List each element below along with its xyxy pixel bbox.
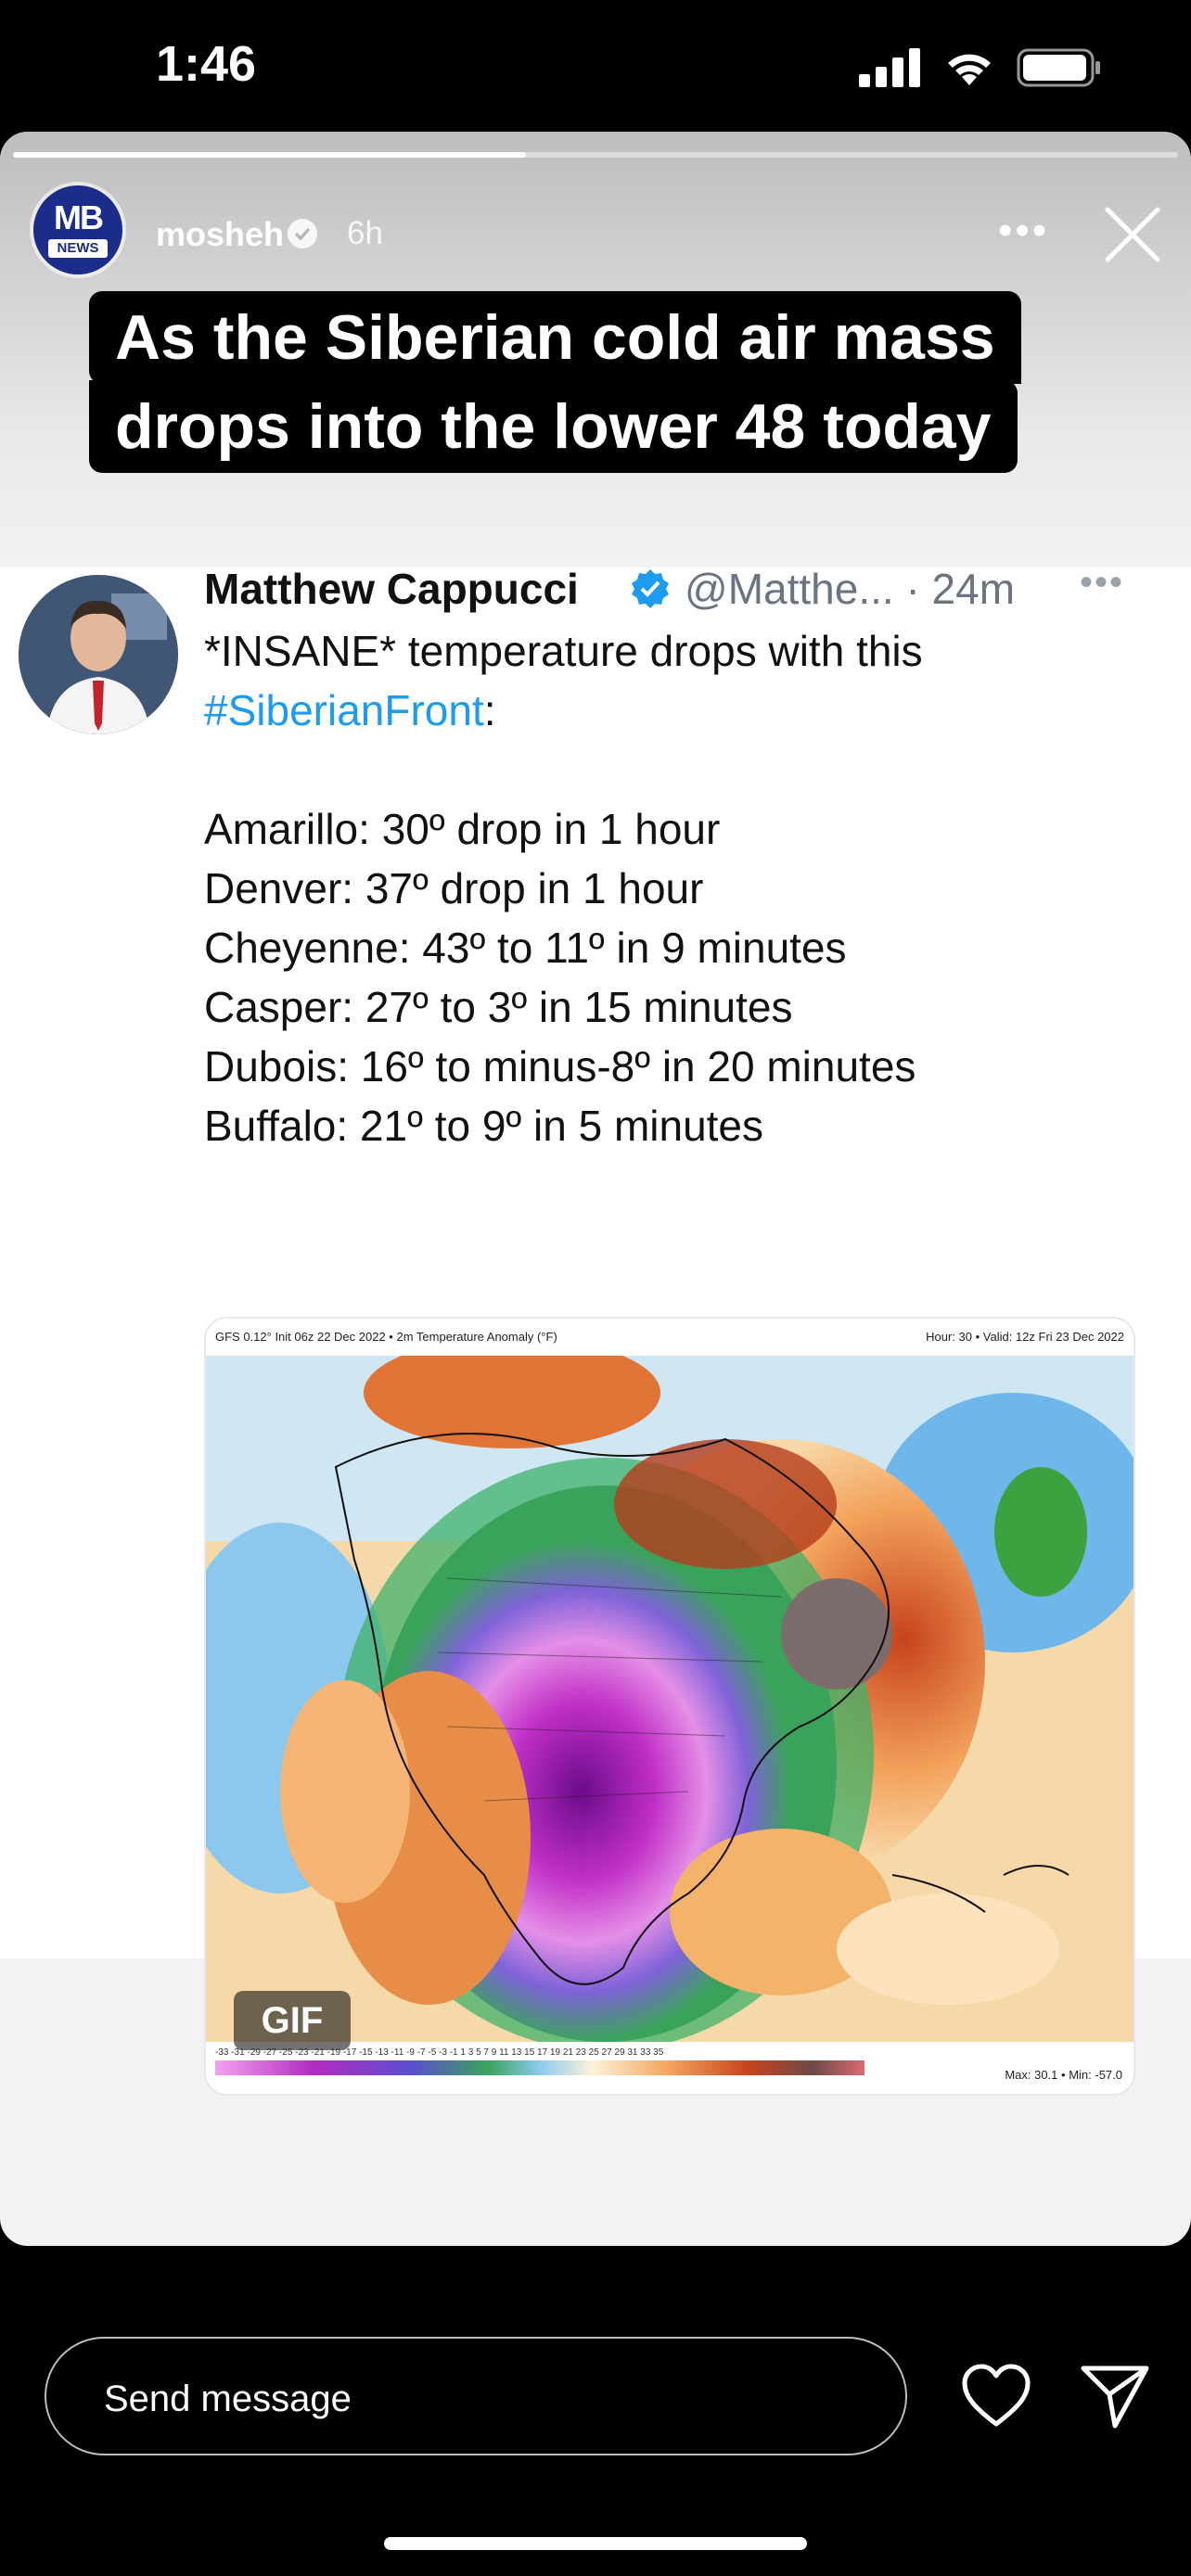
send-message-input[interactable] xyxy=(102,2370,866,2428)
status-bar: 1:46 xyxy=(0,0,1191,130)
tweet-author-avatar xyxy=(19,575,178,734)
story-card[interactable]: MB NEWS mosheh 6h ••• As the Siberian co… xyxy=(0,132,1191,2246)
gif-badge: GIF xyxy=(234,1991,351,2050)
heart-icon[interactable] xyxy=(961,2363,1031,2429)
map-header: GFS 0.12° Init 06z 22 Dec 2022 • 2m Temp… xyxy=(206,1319,1133,1356)
story-time-ago: 6h xyxy=(347,215,383,251)
story-header: MB NEWS mosheh 6h ••• xyxy=(33,180,1165,310)
wifi-icon xyxy=(948,54,991,85)
stat-line: Denver: 37º drop in 1 hour xyxy=(204,864,704,912)
tweet-text-line: #SiberianFront: xyxy=(204,686,496,734)
stat-line: Cheyenne: 43º to 11º in 9 minutes xyxy=(204,924,847,972)
legend-ticks: -33 -31 -29 -27 -25 -23 -21 -19 -17 -15 … xyxy=(215,2047,664,2058)
more-options-button[interactable]: ••• xyxy=(998,208,1049,254)
send-icon[interactable] xyxy=(1080,2363,1150,2429)
close-icon[interactable] xyxy=(1100,202,1165,267)
embedded-tweet: Matthew Cappucci @Matthe... · 24m ••• *I… xyxy=(0,562,1191,2096)
map-title: GFS 0.12° Init 06z 22 Dec 2022 • 2m Temp… xyxy=(215,1330,557,1344)
stat-line: Buffalo: 21º to 9º in 5 minutes xyxy=(204,1102,764,1150)
username[interactable]: mosheh xyxy=(156,215,284,254)
stat-line: Amarillo: 30º drop in 1 hour xyxy=(204,805,721,853)
status-time: 1:46 xyxy=(156,36,257,92)
battery-icon xyxy=(1017,48,1100,87)
stat-line: Casper: 27º to 3º in 15 minutes xyxy=(204,983,793,1031)
progress-fill xyxy=(13,152,526,158)
account-avatar[interactable]: MB NEWS xyxy=(33,185,122,274)
tweet-handle-time: @Matthe... · 24m xyxy=(685,565,1016,613)
cellular-signal-icon xyxy=(859,48,920,87)
verified-icon xyxy=(632,569,669,608)
color-legend xyxy=(215,2060,864,2075)
verified-badge-icon xyxy=(288,219,317,249)
avatar-subtext: NEWS xyxy=(48,239,108,258)
stat-line: Dubois: 16º to minus-8º in 20 minutes xyxy=(204,1042,916,1090)
caption-line-2: drops into the lower 48 today xyxy=(89,380,1018,473)
tweet-text: *INSANE* temperature drops with this #Si… xyxy=(204,621,1159,1155)
tweet-text-line: *INSANE* temperature drops with this xyxy=(204,627,923,675)
status-icons xyxy=(859,48,1102,87)
legend-min-max: Max: 30.1 • Min: -57.0 xyxy=(1005,2068,1122,2082)
tweet-more-icon: ••• xyxy=(1080,562,1125,603)
map-graphic xyxy=(206,1356,1133,2042)
map-valid-time: Hour: 30 • Valid: 12z Fri 23 Dec 2022 xyxy=(926,1330,1124,1344)
tweet-author-name: Matthew Cappucci xyxy=(204,565,579,613)
send-message-field[interactable] xyxy=(45,2337,907,2455)
home-indicator xyxy=(384,2537,807,2550)
temperature-map-image: GFS 0.12° Init 06z 22 Dec 2022 • 2m Temp… xyxy=(204,1317,1135,2096)
story-progress-bar xyxy=(13,152,1178,158)
avatar-text: MB xyxy=(54,198,104,236)
caption-line-1: As the Siberian cold air mass xyxy=(89,291,1021,384)
hashtag-link: #SiberianFront xyxy=(204,686,484,734)
person-photo-icon xyxy=(19,575,178,734)
